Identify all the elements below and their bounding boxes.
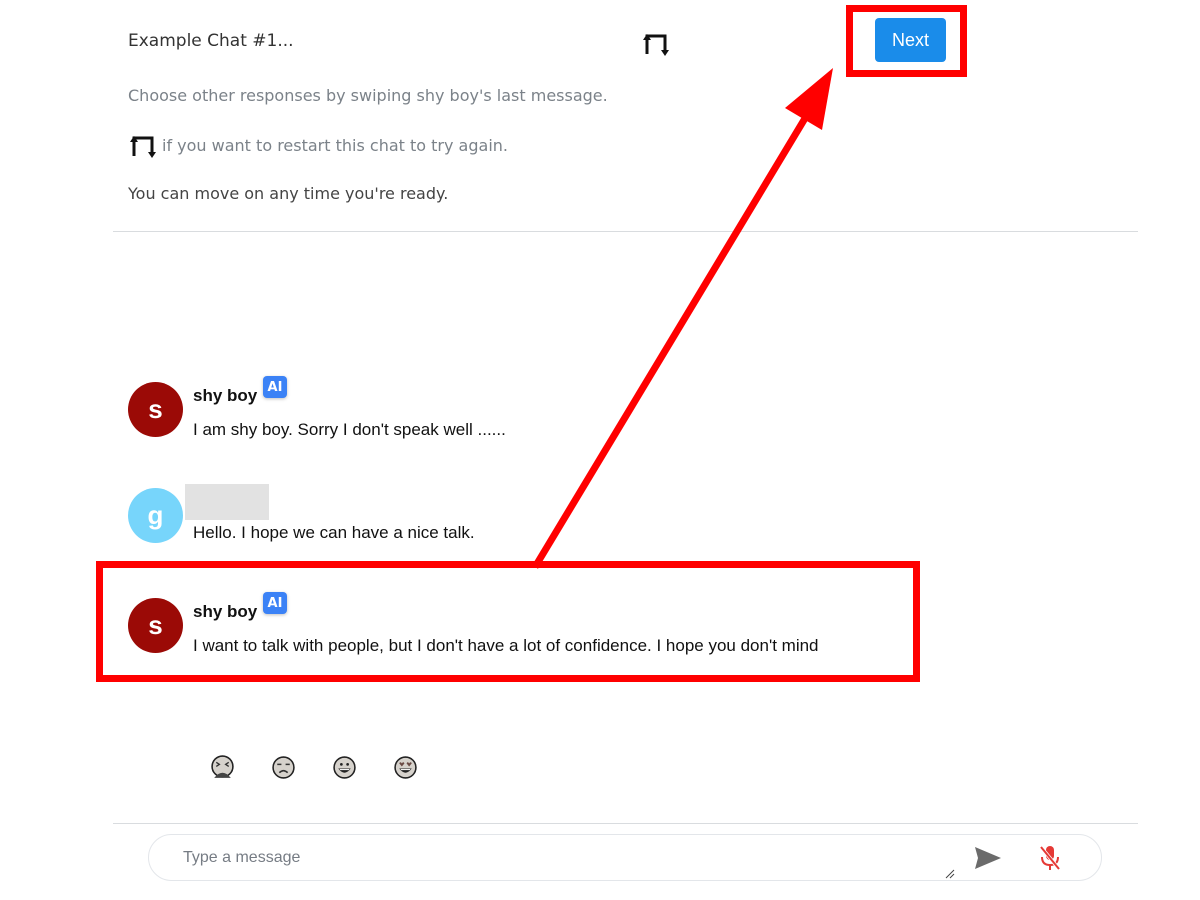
- restart-chat-button[interactable]: [641, 30, 671, 56]
- avatar: s: [128, 382, 183, 437]
- redacted-sender-name: [185, 484, 269, 520]
- message-input[interactable]: [183, 847, 943, 869]
- instruction-restart: if you want to restart this chat to try …: [128, 132, 508, 158]
- header-divider: [113, 231, 1138, 232]
- message-composer: [148, 834, 1102, 881]
- restart-icon: [130, 136, 156, 158]
- grinning-face-icon[interactable]: [332, 755, 357, 780]
- instruction-move-on: You can move on any time you're ready.: [128, 184, 449, 203]
- reaction-bar: [210, 755, 418, 780]
- sender-name-text: shy boy: [193, 602, 258, 621]
- ai-badge: AI: [263, 592, 287, 614]
- heart-eyes-face-icon[interactable]: [393, 755, 418, 780]
- sender-name-text: shy boy: [193, 386, 258, 405]
- avatar: g: [128, 488, 183, 543]
- ai-badge: AI: [263, 376, 287, 398]
- restart-icon: [643, 34, 669, 56]
- composer-divider: [113, 823, 1138, 824]
- next-button[interactable]: Next: [875, 18, 946, 62]
- instruction-restart-text: if you want to restart this chat to try …: [162, 135, 508, 155]
- send-icon[interactable]: [973, 845, 1003, 871]
- unamused-face-icon[interactable]: [271, 755, 296, 780]
- resize-grip-icon[interactable]: [944, 867, 956, 879]
- message-text: I am shy boy. Sorry I don't speak well .…: [193, 420, 506, 439]
- avatar: s: [128, 598, 183, 653]
- message-text: I want to talk with people, but I don't …: [193, 636, 819, 655]
- sender-name: shy boy: [193, 386, 257, 406]
- instruction-swipe: Choose other responses by swiping shy bo…: [128, 86, 608, 105]
- message-text: Hello. I hope we can have a nice talk.: [193, 523, 475, 542]
- chat-title: Example Chat #1...: [128, 31, 294, 51]
- nauseated-face-icon[interactable]: [210, 755, 235, 780]
- mic-off-icon[interactable]: [1037, 844, 1063, 872]
- sender-name: shy boy: [193, 602, 257, 622]
